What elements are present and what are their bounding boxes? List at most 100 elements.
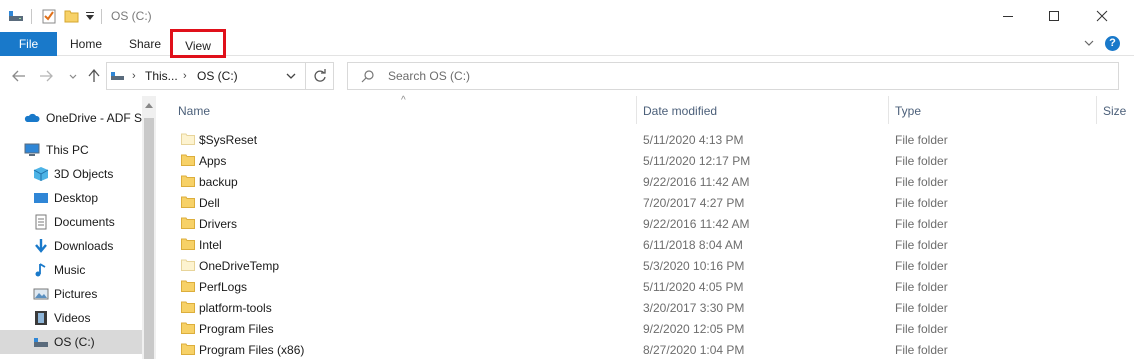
column-divider[interactable] (888, 96, 889, 124)
file-type: File folder (895, 322, 948, 336)
file-date: 9/22/2016 11:42 AM (643, 217, 750, 231)
table-row[interactable]: Drivers 9/22/2016 11:42 AM File folder (156, 213, 1134, 234)
minimize-button[interactable] (985, 0, 1031, 32)
column-divider[interactable] (1096, 96, 1097, 124)
file-type: File folder (895, 280, 948, 294)
file-name: $SysReset (199, 133, 258, 147)
sidebar-item-label: OneDrive - ADF Sc (46, 111, 142, 125)
table-row[interactable]: Intel 6/11/2018 8:04 AM File folder (156, 234, 1134, 255)
file-type: File folder (895, 217, 948, 231)
folder-icon (181, 154, 195, 166)
up-button[interactable] (85, 66, 103, 86)
videos-icon (35, 311, 47, 325)
close-button[interactable] (1079, 0, 1125, 32)
music-icon (35, 263, 46, 277)
address-bar[interactable]: › This... › OS (C:) (106, 62, 306, 90)
file-date: 7/20/2017 4:27 PM (643, 196, 745, 210)
breadcrumb-this-pc[interactable]: This... (145, 69, 178, 83)
sidebar-item-documents[interactable]: Documents (0, 210, 142, 234)
sidebar-item-music[interactable]: Music (0, 258, 142, 282)
column-header-name[interactable]: Name (178, 96, 210, 126)
sidebar-item-desktop[interactable]: Desktop (0, 186, 142, 210)
tab-view[interactable]: View (170, 29, 226, 58)
table-row[interactable]: $SysReset 5/11/2020 4:13 PM File folder (156, 129, 1134, 150)
folder-icon (181, 133, 195, 145)
column-header-type[interactable]: Type (895, 96, 921, 126)
table-row[interactable]: PerfLogs 5/11/2020 4:05 PM File folder (156, 276, 1134, 297)
refresh-button[interactable] (306, 62, 334, 90)
folder-icon (181, 301, 195, 313)
minimize-icon (1003, 16, 1013, 17)
chevron-down-icon[interactable] (285, 69, 297, 83)
file-name: Apps (199, 154, 227, 168)
scroll-up-icon[interactable] (145, 102, 153, 108)
file-date: 3/20/2017 3:30 PM (643, 301, 745, 315)
folder-icon (181, 175, 195, 187)
recent-locations-button[interactable] (64, 66, 82, 86)
table-row[interactable]: OneDriveTemp 5/3/2020 10:16 PM File fold… (156, 255, 1134, 276)
documents-icon (35, 214, 47, 230)
new-folder-icon[interactable] (64, 8, 80, 24)
sidebar-item-label: Downloads (54, 239, 114, 253)
folder-icon (181, 217, 195, 229)
help-icon[interactable]: ? (1105, 36, 1120, 51)
table-row[interactable]: Apps 5/11/2020 12:17 PM File folder (156, 150, 1134, 171)
column-divider[interactable] (636, 96, 637, 124)
download-icon (35, 239, 47, 253)
chevron-right-icon[interactable]: › (183, 70, 187, 82)
ribbon-tabs: File Home Share View ? (0, 29, 1134, 58)
table-row[interactable]: Program Files 9/2/2020 12:05 PM File fol… (156, 318, 1134, 339)
tab-share[interactable]: Share (124, 32, 166, 56)
window-title: OS (C:) (111, 9, 152, 23)
properties-icon[interactable] (41, 8, 57, 24)
file-date: 5/11/2020 12:17 PM (643, 154, 751, 168)
file-name: Intel (199, 238, 222, 252)
sidebar-item-label: Desktop (54, 191, 99, 205)
sidebar-item-downloads[interactable]: Downloads (0, 234, 142, 258)
sidebar-item-label: Videos (54, 311, 91, 325)
back-button[interactable] (10, 66, 28, 86)
file-type: File folder (895, 133, 948, 147)
table-row[interactable]: backup 9/22/2016 11:42 AM File folder (156, 171, 1134, 192)
file-name: Drivers (199, 217, 237, 231)
sidebar-item-3d-objects[interactable]: 3D Objects (0, 162, 142, 186)
customize-toolbar-icon[interactable] (85, 11, 95, 21)
search-icon (361, 70, 374, 83)
sidebar-item-videos[interactable]: Videos (0, 306, 142, 330)
sidebar-item-onedrive[interactable]: OneDrive - ADF Sc (0, 106, 142, 130)
table-row[interactable]: platform-tools 3/20/2017 3:30 PM File fo… (156, 297, 1134, 318)
file-name: Program Files (199, 322, 274, 336)
navigation-scrollbar[interactable] (142, 96, 156, 359)
file-name: platform-tools (199, 301, 272, 315)
column-header-size[interactable]: Size (1103, 96, 1126, 126)
table-row[interactable]: Program Files (x86) 8/27/2020 1:04 PM Fi… (156, 339, 1134, 359)
scrollbar-thumb[interactable] (144, 118, 154, 359)
sidebar-item-this-pc[interactable]: This PC (0, 138, 142, 162)
folder-icon (181, 259, 195, 271)
arrow-left-icon (12, 70, 25, 82)
cloud-icon (24, 113, 40, 122)
drive-icon[interactable] (8, 8, 26, 24)
forward-button[interactable] (37, 66, 55, 86)
refresh-icon (313, 69, 326, 82)
chevron-down-icon (69, 74, 77, 79)
column-header-date[interactable]: Date modified (643, 96, 717, 126)
file-date: 5/11/2020 4:13 PM (643, 133, 744, 147)
folder-icon (181, 280, 195, 292)
table-row[interactable]: Dell 7/20/2017 4:27 PM File folder (156, 192, 1134, 213)
sidebar-item-label: 3D Objects (54, 167, 114, 181)
sidebar-item-pictures[interactable]: Pictures (0, 282, 142, 306)
file-date: 9/2/2020 12:05 PM (643, 322, 745, 336)
file-list: ^ Name Date modified Type Size $SysReset… (156, 95, 1134, 359)
sidebar-item-os-c[interactable]: OS (C:) (0, 330, 142, 354)
tab-home[interactable]: Home (66, 32, 106, 56)
search-input[interactable]: Search OS (C:) (347, 62, 1119, 90)
file-type: File folder (895, 154, 948, 168)
chevron-right-icon[interactable]: › (132, 70, 136, 82)
tab-file[interactable]: File (0, 32, 57, 56)
folder-icon (181, 343, 195, 355)
breadcrumb-os-c[interactable]: OS (C:) (197, 69, 238, 83)
maximize-button[interactable] (1031, 0, 1077, 32)
file-type: File folder (895, 175, 948, 189)
chevron-down-icon[interactable] (1083, 37, 1095, 49)
